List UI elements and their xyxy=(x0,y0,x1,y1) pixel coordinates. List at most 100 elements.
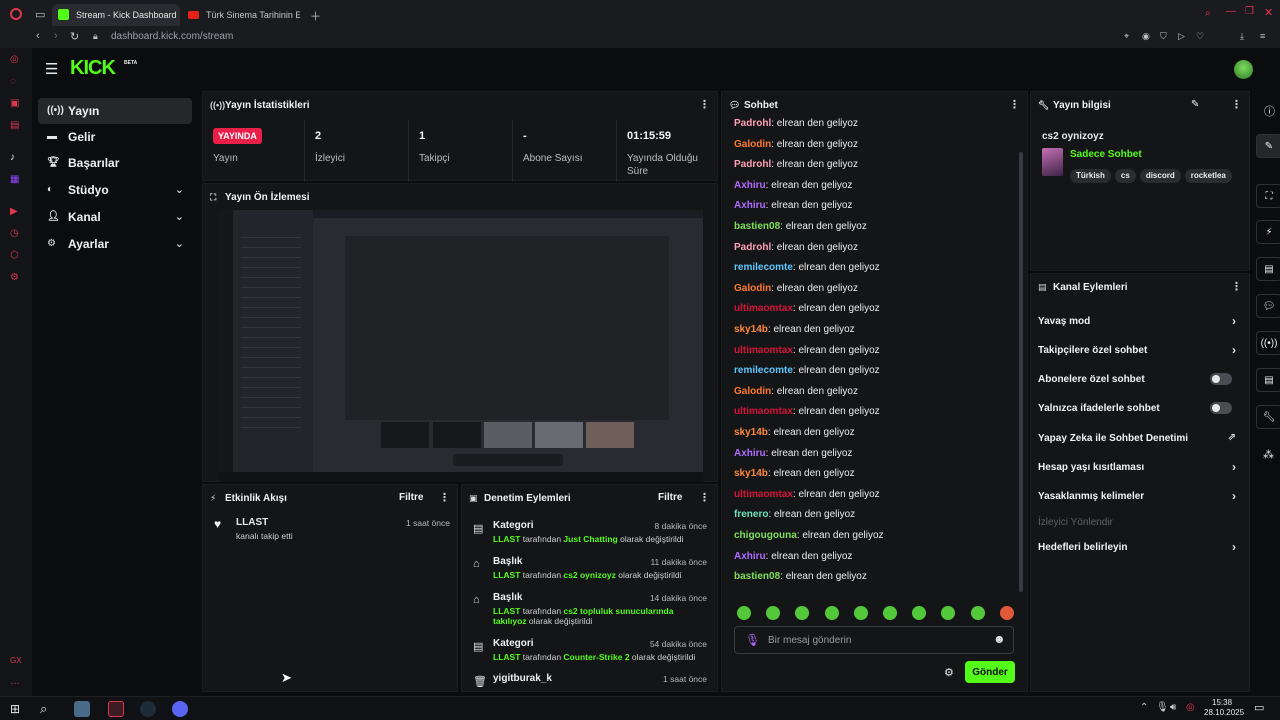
chat-username[interactable]: ultimaomtax xyxy=(734,303,793,314)
heart-icon[interactable]: ♡ xyxy=(1196,31,1204,42)
info-icon[interactable]: ⓘ xyxy=(1264,103,1275,119)
kebab-menu-icon[interactable]: ⋮ xyxy=(1009,98,1020,111)
player-icon[interactable]: ▶ xyxy=(10,206,18,217)
toggle-switch[interactable] xyxy=(1210,402,1232,414)
sidebar-item-studyo[interactable]: ◐ Stüdyo ⌄ xyxy=(38,177,192,203)
clock-date[interactable]: 28.10.2025 xyxy=(1204,708,1244,717)
action-slow-mode[interactable]: Yavaş mod › xyxy=(1038,311,1236,331)
opera-icon[interactable] xyxy=(108,701,124,717)
capture-icon[interactable]: ▷ xyxy=(1178,31,1185,42)
tiktok-icon[interactable]: ♪ xyxy=(10,152,15,163)
kebab-menu-icon[interactable]: ⋮ xyxy=(1231,280,1242,293)
chat-username[interactable]: Galodin xyxy=(734,386,771,397)
whatsapp-icon[interactable]: ◌ xyxy=(10,76,16,87)
chat-input-box[interactable]: 🎙︎ Bir mesaj gönderin ☻ xyxy=(734,626,1014,654)
toggle-switch[interactable] xyxy=(1210,373,1232,385)
instagram-icon[interactable]: ▣ xyxy=(10,98,19,109)
action-ai-moderation[interactable]: Yapay Zeka ile Sohbet Denetimi ⇗ xyxy=(1038,428,1236,448)
action-set-goals[interactable]: Hedefleri belirleyin › xyxy=(1038,537,1236,557)
chat-input-placeholder[interactable]: Bir mesaj gönderin xyxy=(768,635,851,646)
messenger-icon[interactable]: ◎ xyxy=(10,54,19,65)
chat-username[interactable]: sky14b xyxy=(734,468,768,479)
chat-username[interactable]: sky14b xyxy=(734,427,768,438)
search-icon[interactable]: ⌕ xyxy=(40,701,47,717)
kebab-menu-icon[interactable]: ⋮ xyxy=(439,491,450,504)
stream-preview-video[interactable] xyxy=(219,210,703,482)
tray-network-icon[interactable]: ◎ xyxy=(1186,702,1195,713)
tab-grid-icon[interactable]: ▭ xyxy=(35,8,45,21)
more-icon[interactable]: … xyxy=(10,676,20,687)
edit-pencil-icon[interactable]: ✎ xyxy=(1191,99,1199,110)
reload-icon[interactable]: ↻ xyxy=(70,30,79,43)
sidebar-item-yayin[interactable]: ((•)) Yayın xyxy=(38,98,192,124)
send-button[interactable]: Gönder xyxy=(965,661,1015,683)
tag[interactable]: cs xyxy=(1114,169,1136,183)
filter-button[interactable]: Filtre xyxy=(658,492,682,503)
tag[interactable]: Türkish xyxy=(1070,169,1111,183)
windows-start-icon[interactable]: ⊞ xyxy=(10,702,20,716)
steam-icon[interactable] xyxy=(140,701,156,717)
twitch-icon[interactable]: ▦ xyxy=(10,174,19,185)
chat-username[interactable]: Galodin xyxy=(734,139,771,150)
sidebar-item-kanal[interactable]: 👤︎ Kanal ⌄ xyxy=(38,204,192,230)
chat-username[interactable]: Axhiru xyxy=(734,551,766,562)
rail-preview-button[interactable]: ⛶ xyxy=(1256,184,1280,208)
chat-username[interactable]: frenero xyxy=(734,509,768,520)
chat-scrollbar[interactable] xyxy=(1019,152,1023,592)
tag[interactable]: discord xyxy=(1139,169,1181,183)
rail-notes-button[interactable]: ▤ xyxy=(1256,257,1280,281)
gx-icon[interactable]: GX xyxy=(10,656,22,665)
emote-icon[interactable] xyxy=(853,606,868,620)
chat-username[interactable]: bastien08 xyxy=(734,571,780,582)
clock-time[interactable]: 15:38 xyxy=(1212,698,1232,707)
action-followers-only[interactable]: Takipçilere özel sohbet › xyxy=(1038,340,1236,360)
chat-username[interactable]: remilecomte xyxy=(734,365,793,376)
close-icon[interactable]: ✕ xyxy=(1264,6,1273,19)
emoji-icon[interactable]: ☻ xyxy=(993,632,1006,646)
forward-icon[interactable]: › xyxy=(54,30,58,42)
sidebar-item-gelir[interactable]: ▬ Gelir xyxy=(38,124,192,150)
camera-icon[interactable]: ◉ xyxy=(1142,31,1150,42)
chat-username[interactable]: Padrohl xyxy=(734,159,771,170)
chat-username[interactable]: sky14b xyxy=(734,324,768,335)
action-account-age[interactable]: Hesap yaşı kısıtlaması › xyxy=(1038,457,1236,477)
kebab-menu-icon[interactable]: ⋮ xyxy=(699,491,710,504)
kebab-menu-icon[interactable]: ⋮ xyxy=(699,98,710,111)
menu-icon[interactable]: ≡ xyxy=(1260,31,1265,41)
emote-icon[interactable] xyxy=(999,606,1014,620)
rail-edit-button[interactable]: ✎ xyxy=(1256,134,1280,158)
sidebar-item-ayarlar[interactable]: ⚙ Ayarlar ⌄ xyxy=(38,231,192,257)
avatar[interactable] xyxy=(1234,60,1253,79)
rail-chat-button[interactable]: 💬︎ xyxy=(1256,294,1280,318)
hamburger-icon[interactable]: ☰ xyxy=(45,60,58,78)
chat-settings-icon[interactable]: ⚙ xyxy=(944,666,954,679)
app-icon[interactable] xyxy=(74,701,90,717)
chat-username[interactable]: Axhiru xyxy=(734,200,766,211)
rail-info-button[interactable]: 🔧︎ xyxy=(1256,405,1280,429)
emote-icon[interactable] xyxy=(737,606,751,620)
tab-youtube[interactable]: Türk Sinema Tarihinin En xyxy=(182,4,300,26)
notification-icon[interactable]: ▭ xyxy=(1254,701,1264,714)
chat-username[interactable]: Axhiru xyxy=(734,448,766,459)
telegram-icon[interactable]: ▤ xyxy=(10,120,19,131)
tag[interactable]: rocketlea xyxy=(1184,169,1232,183)
chat-username[interactable]: remilecomte xyxy=(734,262,793,273)
opera-logo-icon[interactable] xyxy=(10,8,22,20)
action-banned-words[interactable]: Yasaklanmış kelimeler › xyxy=(1038,486,1236,506)
filter-button[interactable]: Filtre xyxy=(399,492,423,503)
tab-kick-dashboard[interactable]: Stream - Kick Dashboard xyxy=(52,4,180,26)
settings-icon[interactable]: ⚙ xyxy=(10,272,19,283)
rail-activity-button[interactable]: ⚡︎ xyxy=(1256,220,1280,244)
back-icon[interactable]: ‹ xyxy=(36,30,40,42)
shield-icon[interactable]: ⛉ xyxy=(1160,31,1167,42)
sidebar-item-basarilar[interactable]: 🏆︎ Başarılar xyxy=(38,150,192,176)
chat-username[interactable]: Galodin xyxy=(734,283,771,294)
action-emotes-only[interactable]: Yalnızca ifadelerle sohbet xyxy=(1038,398,1232,418)
new-tab-icon[interactable]: ＋ xyxy=(310,8,321,24)
chat-username[interactable]: ultimaomtax xyxy=(734,406,793,417)
chat-username[interactable]: ultimaomtax xyxy=(734,345,793,356)
tray-volume-icon[interactable]: 🔊︎ xyxy=(1170,702,1176,713)
tray-chevron-icon[interactable]: ⌃ xyxy=(1140,702,1148,713)
chat-username[interactable]: ultimaomtax xyxy=(734,489,793,500)
chat-username[interactable]: chigougouna xyxy=(734,530,797,541)
